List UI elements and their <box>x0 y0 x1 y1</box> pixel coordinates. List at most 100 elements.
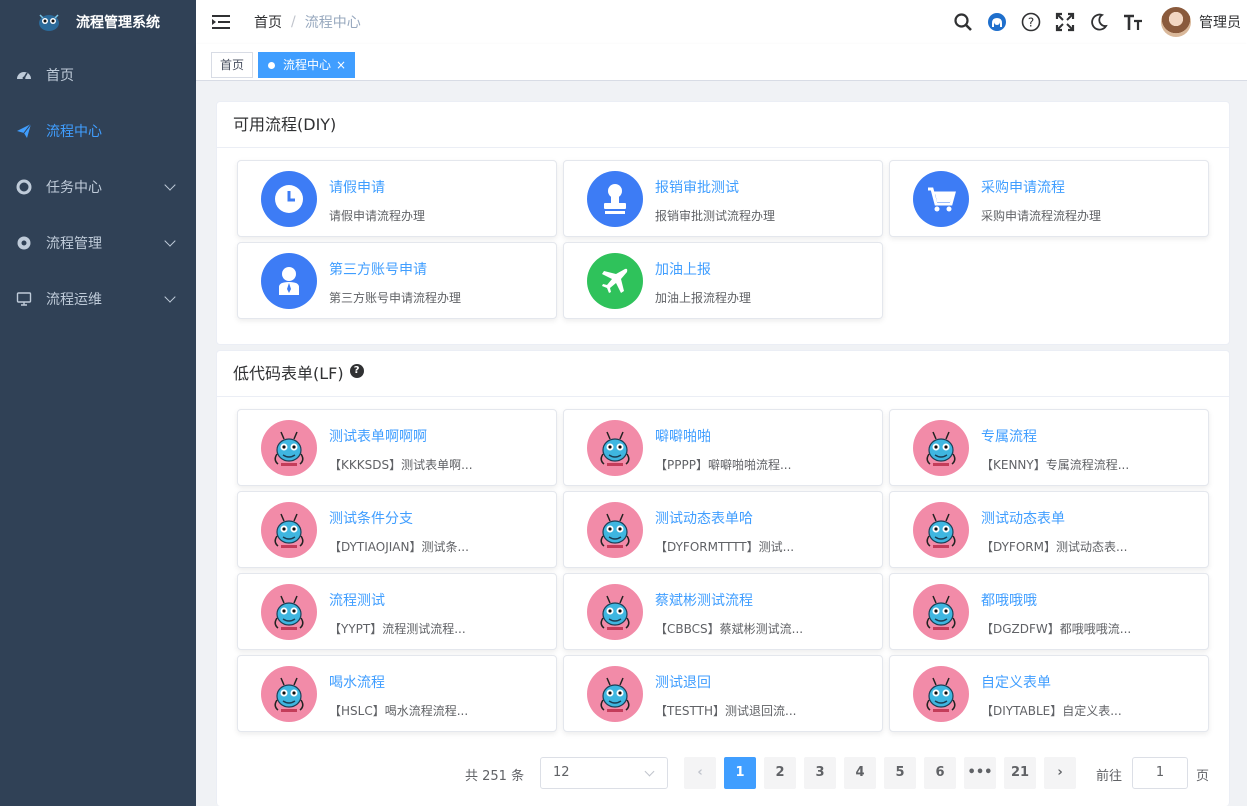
help-circle-icon[interactable]: ? <box>1021 12 1041 32</box>
flow-item[interactable]: 报销审批测试 报销审批测试流程办理 <box>563 160 883 237</box>
question-icon[interactable]: ? <box>349 363 364 378</box>
flow-desc: 采购申请流程流程办理 <box>981 209 1102 223</box>
lf-form-item[interactable]: 自定义表单【DIYTABLE】自定义表... <box>889 655 1209 732</box>
flow-title[interactable]: 自定义表单 <box>981 672 1051 692</box>
dashboard-icon <box>16 67 32 83</box>
user-name[interactable]: 管理员 <box>1199 12 1241 32</box>
font-size-icon[interactable] <box>1123 12 1143 32</box>
send-icon <box>16 123 32 139</box>
bug-mascot-icon <box>587 420 643 476</box>
lf-form-item[interactable]: 都哦哦哦 【DGZDFW】都哦哦哦流... <box>889 573 1209 650</box>
sidebar-item-task-center[interactable]: 任务中心 <box>0 159 196 215</box>
flow-title[interactable]: 都哦哦哦 <box>981 590 1037 610</box>
flow-title[interactable]: 测试条件分支 <box>329 508 413 528</box>
chevron-down-icon <box>644 766 655 777</box>
plane-icon <box>587 253 643 309</box>
sidebar-item-flow-ops[interactable]: 流程运维 <box>0 271 196 327</box>
lf-form-item[interactable]: 测试动态表单哈 【DYFORMTTTT】测试... <box>563 491 883 568</box>
page-button[interactable]: 2 <box>764 757 796 789</box>
more-pages-button[interactable]: ••• <box>964 757 996 789</box>
lf-form-item[interactable]: 蔡斌彬测试流程【CBBCS】蔡斌彬测试流... <box>563 573 883 650</box>
flow-title[interactable]: 测试动态表单哈 <box>655 508 753 528</box>
tags-view: 首页 流程中心 × <box>196 44 1247 81</box>
hamburger-icon[interactable] <box>212 14 230 30</box>
breadcrumb-current: 流程中心 <box>304 15 361 31</box>
navbar-right: ? 管理员 <box>939 0 1247 44</box>
flow-desc: 【DIYTABLE】自定义表... <box>981 704 1122 718</box>
lifebuoy-icon <box>16 179 32 195</box>
next-page-button[interactable]: › <box>1044 757 1076 789</box>
flow-title[interactable]: 专属流程 <box>981 426 1037 446</box>
flow-item[interactable]: 采购申请流程 采购申请流程流程办理 <box>889 160 1209 237</box>
sidebar-item-home[interactable]: 首页 <box>0 47 196 103</box>
flow-item[interactable]: 第三方账号申请 第三方账号申请流程办理 <box>237 242 557 319</box>
flow-title[interactable]: 蔡斌彬测试流程 <box>655 590 753 610</box>
lf-form-item[interactable]: 测试动态表单【DYFORM】测试动态表... <box>889 491 1209 568</box>
flow-desc: 报销审批测试流程办理 <box>655 209 776 223</box>
section-title: 低代码表单(LF) <box>233 363 344 383</box>
goto-unit: 页 <box>1196 769 1210 784</box>
sidebar-item-label: 流程运维 <box>46 292 102 308</box>
page-button[interactable]: 6 <box>924 757 956 789</box>
breadcrumb-home[interactable]: 首页 <box>254 12 282 32</box>
lf-form-item[interactable]: 喝水流程 【HSLC】喝水流程流程... <box>237 655 557 732</box>
fullscreen-icon[interactable] <box>1055 12 1075 32</box>
page-button[interactable]: 4 <box>844 757 876 789</box>
chevron-down-icon <box>164 179 176 191</box>
tag-flow-center[interactable]: 流程中心 × <box>258 52 356 78</box>
goto-label: 前往 <box>1096 769 1123 784</box>
lf-form-item[interactable]: 测试退回【TESTTH】测试退回流... <box>563 655 883 732</box>
flow-title[interactable]: 第三方账号申请 <box>329 259 427 279</box>
card-header: 低代码表单(LF) ? <box>217 351 1229 397</box>
page-button[interactable]: 5 <box>884 757 916 789</box>
diy-flow-card: 可用流程(DIY) 请假申请 请假申请流程办理 报销审批测试 报销审批测试流程办… <box>216 101 1230 345</box>
lf-form-item[interactable]: 测试表单啊啊啊 【KKKSDS】测试表单啊... <box>237 409 557 486</box>
flow-title[interactable]: 喝水流程 <box>329 672 385 692</box>
lf-form-item[interactable]: 专属流程【KENNY】专属流程流程... <box>889 409 1209 486</box>
github-icon[interactable] <box>987 12 1007 32</box>
flow-desc: 【CBBCS】蔡斌彬测试流... <box>655 622 804 636</box>
page-button[interactable]: 21 <box>1004 757 1036 789</box>
page-button[interactable]: 3 <box>804 757 836 789</box>
prev-page-button[interactable]: ‹ <box>684 757 716 789</box>
user-tie-icon <box>261 253 317 309</box>
flow-desc: 第三方账号申请流程办理 <box>329 291 462 305</box>
lf-form-item[interactable]: 测试条件分支 【DYTIAOJIAN】测试条... <box>237 491 557 568</box>
bug-mascot-icon <box>913 420 969 476</box>
breadcrumb-separator: / <box>291 14 296 30</box>
flow-title[interactable]: 报销审批测试 <box>655 177 739 197</box>
moon-icon[interactable] <box>1089 12 1109 32</box>
flow-desc: 【TESTTH】测试退回流... <box>655 704 797 718</box>
bug-mascot-icon <box>261 420 317 476</box>
lf-form-item[interactable]: 噼噼啪啪【PPPP】噼噼啪啪流程... <box>563 409 883 486</box>
tag-home[interactable]: 首页 <box>211 52 254 78</box>
flow-title[interactable]: 测试动态表单 <box>981 508 1065 528</box>
page-size-select[interactable]: 12 <box>540 757 668 789</box>
flow-title[interactable]: 请假申请 <box>329 177 385 197</box>
flow-title[interactable]: 加油上报 <box>655 259 711 279</box>
flow-title[interactable]: 测试退回 <box>655 672 711 692</box>
goto-page-input[interactable]: 1 <box>1132 757 1188 789</box>
flow-desc: 【DYFORM】测试动态表... <box>981 540 1128 554</box>
logo[interactable]: 流程管理系统 <box>0 0 196 44</box>
sidebar-item-flow-center[interactable]: 流程中心 <box>0 103 196 159</box>
flow-item[interactable]: 请假申请 请假申请流程办理 <box>237 160 557 237</box>
navbar: 首页 / 流程中心 ? 管理员 <box>196 0 1247 44</box>
sidebar-item-flow-management[interactable]: 流程管理 <box>0 215 196 271</box>
flow-desc: 【KENNY】专属流程流程... <box>981 458 1130 472</box>
logo-icon <box>39 14 59 31</box>
flow-title[interactable]: 噼噼啪啪 <box>655 426 711 446</box>
flow-desc: 【PPPP】噼噼啪啪流程... <box>655 458 792 472</box>
sidebar-item-label: 流程中心 <box>46 124 102 140</box>
flow-title[interactable]: 测试表单啊啊啊 <box>329 426 427 446</box>
lf-form-item[interactable]: 流程测试 【YYPT】流程测试流程... <box>237 573 557 650</box>
close-icon[interactable]: × <box>336 58 346 72</box>
bug-mascot-icon <box>587 666 643 722</box>
flow-title[interactable]: 流程测试 <box>329 590 385 610</box>
avatar[interactable] <box>1161 7 1191 37</box>
flow-title[interactable]: 采购申请流程 <box>981 177 1065 197</box>
search-icon[interactable] <box>953 12 973 32</box>
page-button[interactable]: 1 <box>724 757 756 789</box>
flow-item[interactable]: 加油上报 加油上报流程办理 <box>563 242 883 319</box>
sidebar-item-label: 流程管理 <box>46 236 102 252</box>
